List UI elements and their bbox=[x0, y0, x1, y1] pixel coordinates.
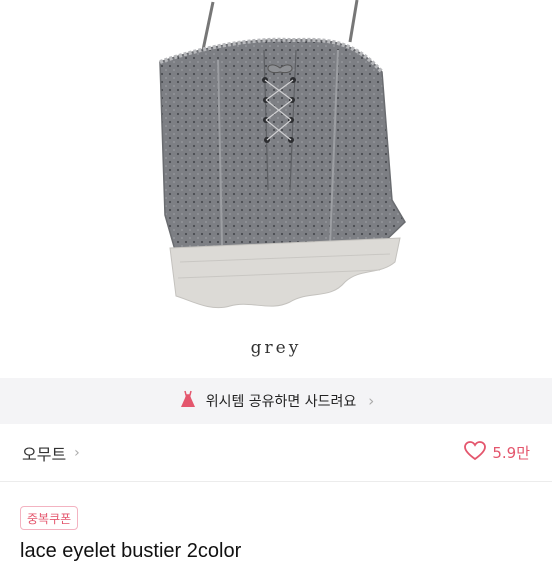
chevron-right-icon: › bbox=[74, 444, 80, 461]
wishlist-share-banner[interactable]: 위시템 공유하면 사드려요 › bbox=[0, 378, 552, 424]
like-button[interactable]: 5.9만 bbox=[464, 440, 530, 465]
like-count: 5.9만 bbox=[492, 444, 530, 462]
coupon-badge: 중복쿠폰 bbox=[20, 506, 79, 530]
shop-row: 오무트 › 5.9만 bbox=[0, 424, 552, 482]
dress-icon bbox=[178, 389, 198, 413]
heart-outline-icon bbox=[464, 440, 487, 465]
chevron-right-icon: › bbox=[368, 392, 375, 410]
shop-name: 오무트 bbox=[22, 444, 67, 464]
shop-link[interactable]: 오무트 › bbox=[22, 441, 80, 465]
product-image[interactable] bbox=[0, 0, 552, 378]
bustier-photo bbox=[159, 0, 406, 309]
color-caption: grey bbox=[250, 338, 302, 358]
promo-text: 위시템 공유하면 사드려요 bbox=[205, 394, 357, 410]
